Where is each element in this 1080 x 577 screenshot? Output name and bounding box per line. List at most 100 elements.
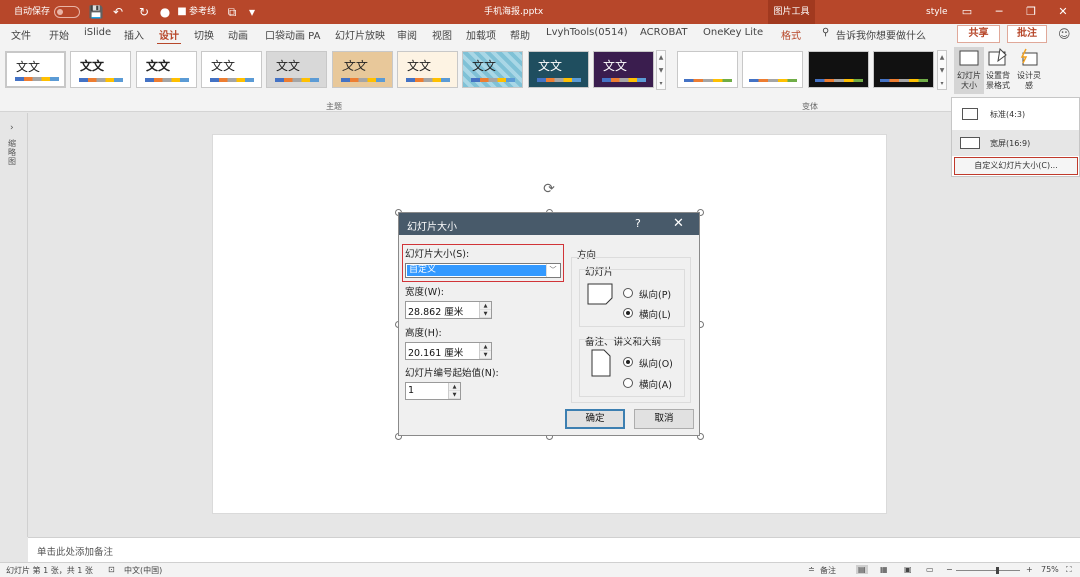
portrait-p-label: 纵向(P): [639, 290, 672, 301]
notes-icon[interactable]: ≐: [808, 565, 815, 574]
status-bar: 幻灯片 第 1 张，共 1 张 ⊡ 中文(中国) ≐ 备注 ▤ ▦ ▣ ▭ − …: [0, 562, 1080, 577]
screenshot-icon[interactable]: ⧉: [223, 3, 241, 21]
tab-acrobat[interactable]: ACROBAT: [640, 27, 688, 38]
redo-icon[interactable]: ↻: [135, 3, 153, 21]
start-number-field[interactable]: 1 ▲ ▼: [405, 382, 461, 400]
slide-size-select[interactable]: 自定义 ﹀: [405, 263, 561, 278]
tell-me-search-icon[interactable]: ⚲: [822, 27, 829, 38]
share-button[interactable]: 共享: [957, 25, 1000, 43]
tab-pocket-animation[interactable]: 口袋动画 PA: [265, 27, 320, 42]
variant-thumbnail[interactable]: [808, 51, 869, 88]
reading-view-icon[interactable]: ▣: [904, 565, 912, 574]
undo-icon[interactable]: ↶: [109, 3, 127, 21]
variant-thumbnail[interactable]: [742, 51, 803, 88]
tab-format[interactable]: 格式: [781, 27, 801, 42]
slide-sorter-icon[interactable]: ▦: [880, 565, 888, 574]
ribbon-display-icon[interactable]: ▭: [950, 0, 984, 24]
normal-view-icon[interactable]: ▤: [856, 565, 868, 574]
variant-thumbnail[interactable]: [677, 51, 738, 88]
height-field[interactable]: 20.161 厘米 ▲ ▼: [405, 342, 492, 360]
chevron-down-icon[interactable]: ﹀: [546, 264, 559, 277]
tab-insert[interactable]: 插入: [124, 27, 144, 42]
start-number-spinner[interactable]: ▲ ▼: [448, 383, 460, 399]
radio-landscape-l[interactable]: [623, 308, 633, 318]
picture-tools-context: 图片工具: [768, 0, 815, 24]
tab-design[interactable]: 设计: [157, 27, 181, 45]
tab-transitions[interactable]: 切换: [194, 27, 214, 42]
tab-help[interactable]: 帮助: [510, 27, 530, 42]
zoom-out-icon[interactable]: −: [946, 565, 953, 574]
theme-gallery-scroll[interactable]: ▲ ▼ ▾: [656, 50, 666, 90]
standard-size-icon: [962, 108, 978, 120]
tab-islide[interactable]: iSlide: [84, 27, 111, 38]
slide-size-value: 自定义: [407, 265, 546, 276]
tell-me-input[interactable]: 告诉我你想要做什么: [836, 27, 926, 42]
user-name[interactable]: style: [926, 0, 948, 24]
variant-gallery-scroll[interactable]: ▲ ▼ ▾: [937, 50, 947, 90]
theme-thumbnail[interactable]: 文文: [528, 51, 589, 88]
comments-button[interactable]: 批注: [1007, 25, 1047, 43]
minimize-icon[interactable]: ─: [982, 0, 1016, 24]
customize-qat-icon[interactable]: ▾: [243, 3, 261, 21]
menu-item-custom-size[interactable]: 自定义幻灯片大小(C)...: [954, 157, 1078, 175]
help-icon[interactable]: ?: [635, 217, 641, 230]
language-status[interactable]: 中文(中国): [124, 565, 162, 576]
rotate-handle-icon[interactable]: ⟳: [541, 181, 557, 197]
notes-pane[interactable]: 单击此处添加备注: [28, 537, 1080, 562]
radio-portrait-o[interactable]: [623, 357, 633, 367]
group-label-variants: 变体: [802, 102, 818, 111]
proofing-icon[interactable]: ⊡: [108, 565, 115, 574]
width-spinner[interactable]: ▲ ▼: [479, 302, 491, 318]
widescreen-size-icon: [960, 137, 980, 149]
tab-home[interactable]: 开始: [49, 27, 69, 42]
menu-item-widescreen[interactable]: 宽屏(16:9): [952, 130, 1079, 156]
theme-thumbnail[interactable]: 文文: [5, 51, 66, 88]
thumbnail-pane-collapsed[interactable]: › 缩略图: [0, 113, 28, 537]
theme-thumbnail[interactable]: 文文: [593, 51, 654, 88]
tab-addins[interactable]: 加载项: [466, 27, 496, 42]
width-label: 宽度(W):: [405, 287, 445, 298]
record-icon[interactable]: ●: [156, 3, 174, 21]
smiley-feedback-icon[interactable]: ☺: [1058, 27, 1071, 41]
tab-file[interactable]: 文件: [11, 27, 31, 42]
tab-lvyhtools[interactable]: LvyhTools(0514): [546, 27, 628, 38]
height-spinner[interactable]: ▲ ▼: [479, 343, 491, 359]
dialog-close-icon[interactable]: ✕: [673, 216, 684, 231]
theme-thumbnail[interactable]: 文文: [266, 51, 327, 88]
theme-thumbnail[interactable]: 文文: [332, 51, 393, 88]
save-icon[interactable]: 💾: [87, 3, 105, 21]
variant-thumbnail[interactable]: [873, 51, 934, 88]
tab-slideshow[interactable]: 幻灯片放映: [335, 27, 385, 42]
restore-icon[interactable]: ❐: [1014, 0, 1048, 24]
autosave-toggle[interactable]: [54, 6, 80, 18]
cancel-button[interactable]: 取消: [634, 409, 694, 429]
format-background-button[interactable]: 设置背景格式: [983, 47, 1013, 91]
group-label-themes: 主题: [326, 102, 342, 111]
theme-thumbnail[interactable]: 文文: [201, 51, 262, 88]
theme-thumbnail[interactable]: 文文: [70, 51, 131, 88]
zoom-slider[interactable]: [956, 567, 1020, 574]
close-icon[interactable]: ✕: [1046, 0, 1080, 24]
tab-animations[interactable]: 动画: [228, 27, 248, 42]
radio-portrait-p[interactable]: [623, 288, 633, 298]
fit-to-window-icon[interactable]: ⛶: [1066, 565, 1072, 575]
zoom-in-icon[interactable]: +: [1026, 565, 1033, 574]
width-field[interactable]: 28.862 厘米 ▲ ▼: [405, 301, 492, 319]
theme-thumbnail[interactable]: 文文: [462, 51, 523, 88]
tab-onekey[interactable]: OneKey Lite: [703, 27, 763, 38]
ok-button[interactable]: 确定: [565, 409, 625, 429]
notes-toggle[interactable]: 备注: [820, 565, 836, 576]
radio-landscape-a[interactable]: [623, 378, 633, 388]
menu-item-standard[interactable]: 标准(4:3): [952, 101, 1079, 127]
zoom-level[interactable]: 75%: [1041, 565, 1059, 574]
design-ideas-button[interactable]: 设计灵感: [1014, 47, 1044, 91]
slide-size-button[interactable]: 幻灯片大小: [954, 47, 984, 94]
slideshow-icon[interactable]: ▭: [926, 565, 934, 574]
ribbon-tabs: 文件 开始 iSlide 插入 设计 切换 动画 口袋动画 PA 幻灯片放映 审…: [0, 24, 1080, 45]
theme-thumbnail[interactable]: 文文: [136, 51, 197, 88]
tab-view[interactable]: 视图: [432, 27, 452, 42]
theme-thumbnail[interactable]: 文文: [397, 51, 458, 88]
tab-review[interactable]: 审阅: [397, 27, 417, 42]
landscape-page-icon: [587, 283, 613, 305]
expand-chevron-icon[interactable]: ›: [10, 123, 14, 133]
